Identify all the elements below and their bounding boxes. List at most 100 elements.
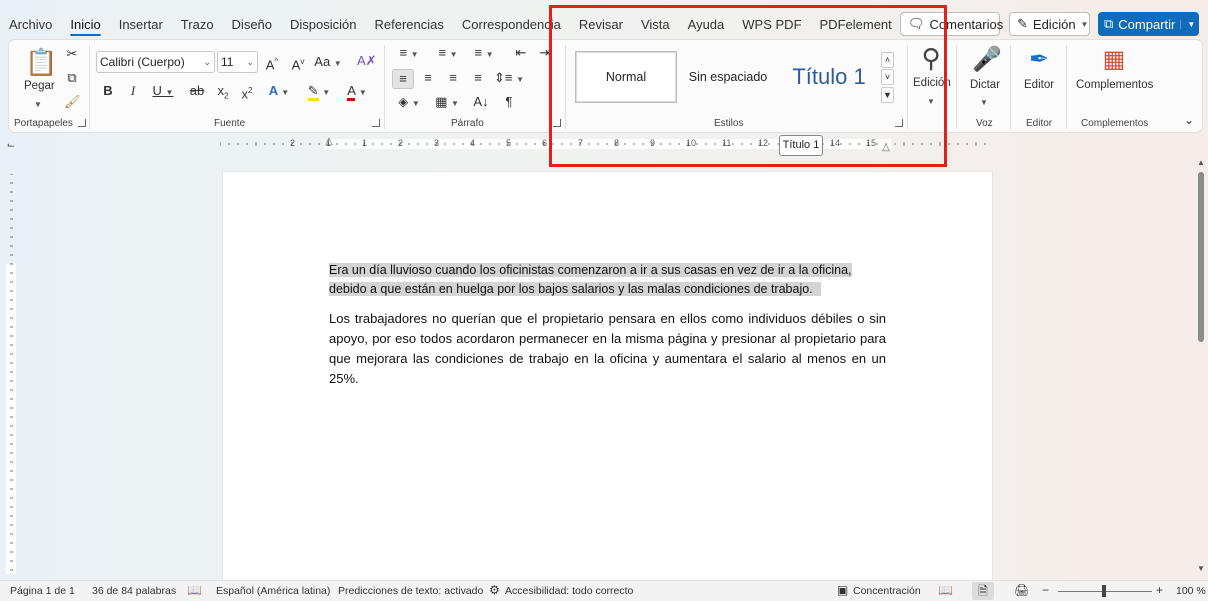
tab-selector-icon[interactable]: ⌙ xyxy=(6,138,16,154)
font-size-value: 11 xyxy=(221,55,234,69)
addins-group-label: Complementos xyxy=(1081,118,1149,129)
align-right-icon[interactable]: ≡ xyxy=(444,70,462,86)
ruler-number: 5 xyxy=(506,138,512,148)
font-name-value: Calibri (Cuerpo) xyxy=(100,55,185,69)
scroll-down-icon[interactable]: ▼ xyxy=(1197,564,1205,573)
group-separator xyxy=(1066,45,1067,129)
paragraph-1[interactable]: Era un día lluvioso cuando los oficinist… xyxy=(329,261,852,299)
paragraph-1-line-1: Era un día lluvioso cuando los oficinist… xyxy=(329,263,852,277)
text-predictions-status[interactable]: Predicciones de texto: activado xyxy=(338,585,483,597)
underline-icon[interactable]: U ▼ xyxy=(151,83,175,101)
tab-insertar[interactable]: Insertar xyxy=(110,10,172,40)
ruler-number: 3 xyxy=(434,138,440,148)
group-separator xyxy=(956,45,957,129)
share-button[interactable]: ⧉ Compartir ▼ xyxy=(1098,12,1199,36)
font-color-icon[interactable]: A ▼ xyxy=(342,83,372,101)
collapse-ribbon-icon[interactable]: ⌄ xyxy=(1182,112,1196,128)
editor-group-label: Editor xyxy=(1026,118,1053,129)
tab-inicio[interactable]: Inicio xyxy=(61,10,109,40)
highlight-color-icon[interactable]: ✎ ▼ xyxy=(304,83,334,101)
multilevel-list-icon[interactable]: ≡ ▼ xyxy=(468,45,500,63)
editing-mode-button[interactable]: ✎ Edición ▼ xyxy=(1009,12,1090,36)
zoom-slider-thumb[interactable] xyxy=(1102,585,1106,597)
group-separator xyxy=(384,45,385,129)
paragraph-2[interactable]: Los trabajadores no querían que el propi… xyxy=(329,309,886,389)
tab-referencias[interactable]: Referencias xyxy=(366,10,453,40)
tab-archivo[interactable]: Archivo xyxy=(0,10,61,40)
change-case-icon[interactable]: Aa ▼ xyxy=(314,54,342,72)
group-separator xyxy=(89,45,90,129)
first-line-indent-icon[interactable]: △ xyxy=(323,134,335,150)
chevron-down-icon: ⌄ xyxy=(203,57,211,67)
paste-button[interactable]: Pegar xyxy=(24,80,55,92)
tab-trazo[interactable]: Trazo xyxy=(172,10,223,40)
vertical-ruler[interactable] xyxy=(6,174,16,574)
clipboard-group-label: Portapapeles xyxy=(14,118,73,129)
read-mode-icon[interactable]: 📖 xyxy=(938,583,953,597)
font-size-combo[interactable]: 11 ⌄ xyxy=(217,51,258,73)
copy-icon[interactable]: ⧉ xyxy=(64,70,80,86)
line-spacing-icon[interactable]: ⇕≡ ▼ xyxy=(494,70,524,88)
scroll-up-icon[interactable]: ▲ xyxy=(1197,158,1205,167)
text-effects-icon[interactable]: A ▼ xyxy=(265,83,293,101)
font-launcher-icon[interactable] xyxy=(372,119,380,127)
shading-icon[interactable]: ◈ ▼ xyxy=(394,94,424,112)
paragraph-1-line-2: debido a que están en huelga por los baj… xyxy=(329,282,821,296)
tab-diseno[interactable]: Diseño xyxy=(223,10,281,40)
show-marks-icon[interactable]: ¶ xyxy=(501,94,517,110)
addins-button[interactable]: Complementos xyxy=(1076,79,1153,91)
subscript-icon[interactable]: x2 xyxy=(215,83,231,105)
bold-icon[interactable]: B xyxy=(101,83,115,99)
page-count[interactable]: Página 1 de 1 xyxy=(10,585,75,597)
tab-disposicion[interactable]: Disposición xyxy=(281,10,365,40)
format-painter-icon[interactable]: 🖌 xyxy=(64,94,81,110)
shrink-font-icon[interactable]: Av xyxy=(289,54,307,73)
voice-group-label: Voz xyxy=(976,118,993,129)
font-name-combo[interactable]: Calibri (Cuerpo) ⌄ xyxy=(96,51,215,73)
clipboard-launcher-icon[interactable] xyxy=(78,119,86,127)
numbering-icon[interactable]: ≡ ▼ xyxy=(432,45,464,63)
microphone-icon[interactable]: 🎤 xyxy=(972,44,1002,76)
focus-icon[interactable]: ▣ xyxy=(837,583,848,597)
proofing-book-icon[interactable]: 📖 xyxy=(187,583,202,597)
zoom-out-icon[interactable]: − xyxy=(1042,583,1049,597)
zoom-in-icon[interactable]: + xyxy=(1156,583,1163,597)
chevron-down-icon[interactable]: ▼ xyxy=(978,93,990,111)
ruler-number: 6 xyxy=(542,138,548,148)
ruler-number: 4 xyxy=(470,138,476,148)
share-dropdown-icon[interactable]: ▼ xyxy=(1180,19,1195,29)
paste-icon[interactable]: 📋 xyxy=(25,46,57,78)
grow-font-icon[interactable]: A^ xyxy=(263,54,281,73)
sort-icon[interactable]: A↓ xyxy=(471,94,491,110)
dictate-button[interactable]: Dictar xyxy=(970,79,1000,91)
editor-pen-icon[interactable]: ✒ xyxy=(1024,44,1054,76)
editor-button[interactable]: Editor xyxy=(1024,79,1054,91)
focus-mode-button[interactable]: Concentración xyxy=(853,585,921,597)
superscript-icon[interactable]: x2 xyxy=(239,83,255,102)
justify-icon[interactable]: ≡ xyxy=(469,70,487,86)
align-center-icon[interactable]: ≡ xyxy=(419,70,437,86)
decrease-indent-icon[interactable]: ⇤ xyxy=(512,45,530,61)
clear-formatting-icon[interactable]: A✗ xyxy=(357,53,377,69)
print-layout-icon[interactable]: 🗎 xyxy=(972,582,994,600)
word-count[interactable]: 36 de 84 palabras xyxy=(92,585,176,597)
addins-grid-icon[interactable]: ▦ xyxy=(1099,44,1129,76)
share-icon: ⧉ xyxy=(1104,16,1114,31)
cut-icon[interactable]: ✂ xyxy=(64,46,80,62)
strikethrough-icon[interactable]: ab xyxy=(187,83,207,99)
scroll-thumb[interactable] xyxy=(1198,172,1204,342)
font-group-label: Fuente xyxy=(214,118,246,129)
accessibility-icon[interactable]: ⚙ xyxy=(489,583,500,597)
status-bar: Página 1 de 1 36 de 84 palabras 📖 Españo… xyxy=(0,580,1208,601)
borders-icon[interactable]: ▦ ▼ xyxy=(432,94,462,112)
accessibility-status[interactable]: Accesibilidad: todo correcto xyxy=(505,585,633,597)
paste-dropdown-icon[interactable]: ▼ xyxy=(34,95,42,113)
zoom-level[interactable]: 100 % xyxy=(1176,585,1206,597)
language-status[interactable]: Español (América latina) xyxy=(216,585,330,597)
ruler-number: 1 xyxy=(362,138,368,148)
bullets-icon[interactable]: ≡ ▼ xyxy=(393,45,425,63)
vertical-scrollbar[interactable]: ▲ ▼ xyxy=(1196,158,1206,576)
italic-icon[interactable]: I xyxy=(126,83,140,99)
align-left-icon[interactable]: ≡ xyxy=(392,69,414,89)
web-layout-icon[interactable]: 🖨 xyxy=(1014,583,1029,597)
